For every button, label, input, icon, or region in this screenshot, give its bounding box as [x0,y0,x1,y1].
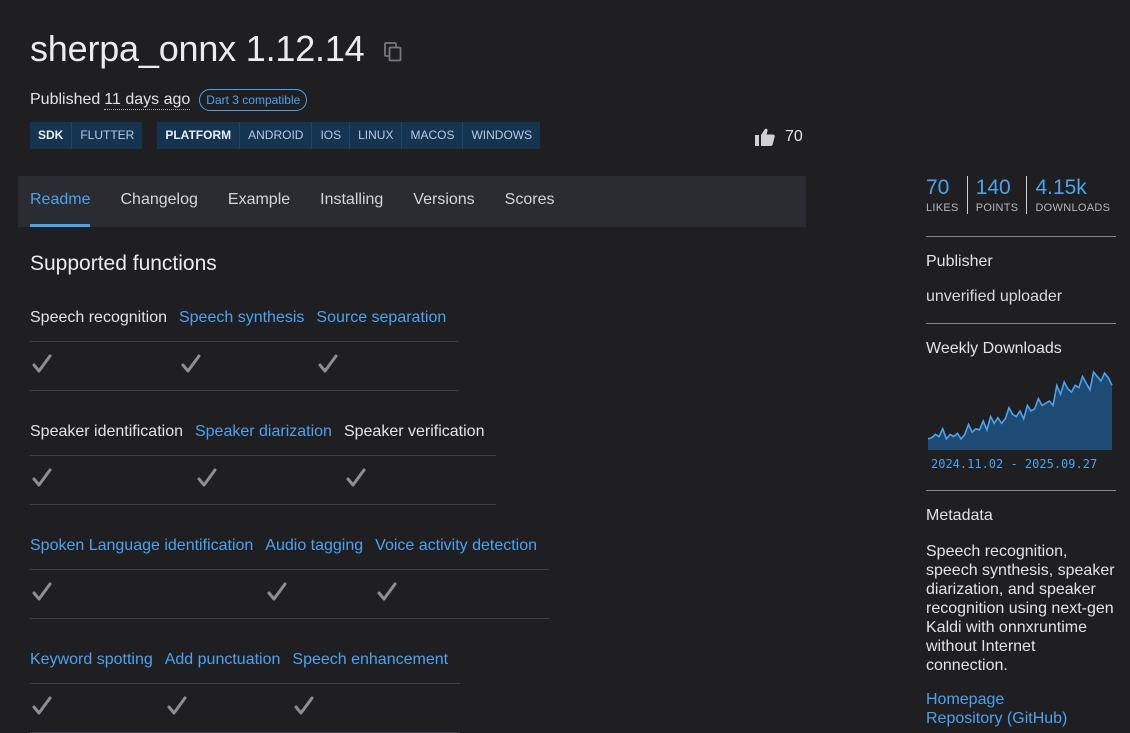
tag-platform[interactable]: PLATFORM [157,122,239,149]
function-link[interactable]: Audio tagging [265,537,375,570]
check-mark-icon [32,468,52,493]
weekly-downloads-chart[interactable] [926,368,1116,452]
tag-sdk[interactable]: SDK [30,122,71,149]
check-mark-icon [318,354,338,379]
published-label: Published [30,91,101,108]
tab-scores[interactable]: Scores [505,176,555,227]
function-link[interactable]: Spoken Language identification [30,537,265,570]
function-header: Speaker verification [343,423,485,440]
tab-example[interactable]: Example [228,176,290,227]
tag-windows[interactable]: WINDOWS [462,122,540,149]
homepage-link[interactable]: Homepage [926,691,1004,709]
stat-label: LIKES [926,202,959,214]
repository-link[interactable]: Repository (GitHub) [926,710,1067,728]
tab-installing[interactable]: Installing [320,176,383,227]
weekly-downloads-heading: Weekly Downloads [926,340,1062,357]
like-button[interactable]: 70 [755,128,803,146]
publisher-value: unverified uploader [926,288,1063,305]
section-title: Supported functions [30,252,217,275]
stat-points: 140 POINTS [966,176,1027,214]
package-header: sherpa_onnx 1.12.14 [30,28,402,70]
like-count: 70 [785,128,803,145]
tab-versions[interactable]: Versions [413,176,474,227]
tab-readme[interactable]: Readme [30,176,91,227]
sdk-tags: SDK FLUTTER [30,122,143,149]
check-mark-icon [346,468,366,493]
function-link[interactable]: Add punctuation [165,651,293,684]
functions-table: Keyword spotting Add punctuation Speech … [30,651,461,733]
function-link[interactable]: Source separation [316,309,458,342]
function-link[interactable]: Keyword spotting [30,651,165,684]
functions-table: Speaker identification Speaker diarizati… [30,423,497,505]
stat-label: POINTS [975,202,1019,214]
functions-table: Spoken Language identification Audio tag… [30,537,550,619]
stat-value: 4.15k [1035,176,1087,199]
package-title: sherpa_onnx 1.12.14 [30,28,365,69]
stat-value: 70 [926,176,950,199]
tab-changelog[interactable]: Changelog [120,176,197,227]
check-mark-icon [294,696,314,721]
metadata-description: Speech recognition, speech synthesis, sp… [926,543,1115,674]
sidebar-divider [926,490,1116,491]
score-stats[interactable]: 70 LIKES 140 POINTS 4.15k DOWNLOADS [926,176,1118,214]
functions-table: Speech recognition Speech synthesis Sour… [30,309,459,391]
function-header: Speech recognition [30,309,167,326]
published-date: 11 days ago [104,90,191,110]
check-mark-icon [32,354,52,379]
stat-label: DOWNLOADS [1035,202,1111,214]
function-header: Speaker identification [30,423,183,440]
package-tabs: Readme Changelog Example Installing Vers… [18,176,806,227]
check-mark-icon [181,354,201,379]
published-row: Published 11 days ago Dart 3 compatible [30,89,308,111]
dart3-badge[interactable]: Dart 3 compatible [199,89,308,111]
tag-ios[interactable]: IOS [311,122,349,149]
sidebar-divider [926,236,1116,237]
function-link[interactable]: Voice activity detection [375,537,549,570]
weekly-downloads-range: 2024.11.02 - 2025.09.27 [931,457,1098,471]
check-mark-icon [377,582,397,607]
platform-tags: PLATFORM ANDROID IOS LINUX MACOS WINDOWS [157,122,541,149]
check-mark-icon [32,696,52,721]
copy-icon[interactable] [384,42,402,62]
stat-value: 140 [975,176,1011,199]
tag-linux[interactable]: LINUX [349,122,401,149]
check-mark-icon [32,582,52,607]
stat-likes: 70 LIKES [926,176,967,214]
tag-android[interactable]: ANDROID [239,122,311,149]
check-mark-icon [167,696,187,721]
stat-downloads: 4.15k DOWNLOADS [1026,176,1118,214]
sidebar-divider [926,323,1116,324]
tag-macos[interactable]: MACOS [401,122,462,149]
function-link[interactable]: Speech enhancement [292,651,460,684]
check-mark-icon [267,582,287,607]
publisher-heading: Publisher [926,253,993,270]
tag-bar: SDK FLUTTER PLATFORM ANDROID IOS LINUX M… [30,122,555,149]
check-mark-icon [197,468,217,493]
thumbs-up-icon [755,128,775,146]
function-link[interactable]: Speaker diarization [195,423,344,456]
tag-flutter[interactable]: FLUTTER [71,122,142,149]
function-link[interactable]: Speech synthesis [179,309,316,342]
metadata-heading: Metadata [926,507,993,524]
